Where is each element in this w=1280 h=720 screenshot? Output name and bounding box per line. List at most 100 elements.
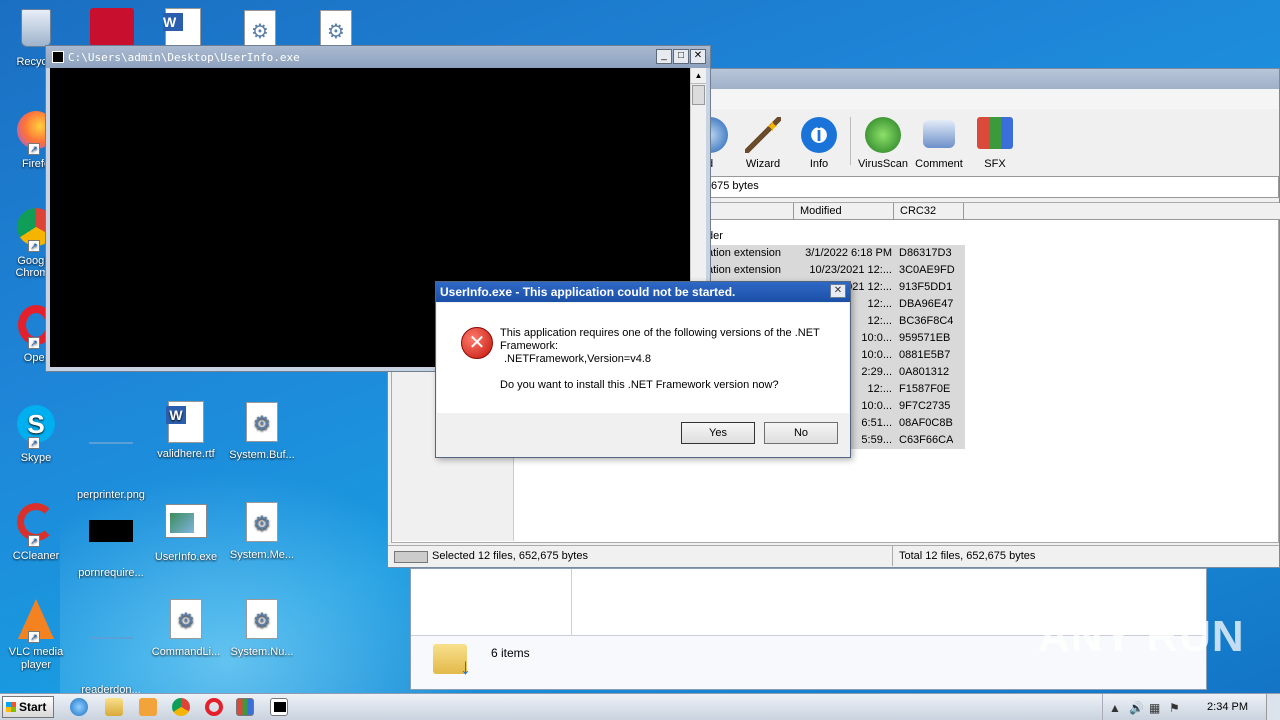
scroll-up-icon[interactable]: ▲ <box>691 68 706 84</box>
tray-expand-icon[interactable]: ▲ <box>1109 701 1121 715</box>
desktop-icon-file[interactable]: perprinter.png <box>73 402 149 501</box>
show-desktop-button[interactable] <box>1266 694 1280 720</box>
desktop-icon-label: System.Me... <box>229 549 295 561</box>
volume-icon[interactable]: 🔊 <box>1129 701 1144 715</box>
desktop-icon-ccleaner[interactable]: ↗ CCleaner <box>0 500 74 562</box>
cell-type: ation extension <box>707 264 781 276</box>
image-file-icon <box>89 442 133 486</box>
opera-icon[interactable] <box>205 698 223 716</box>
gear-file-icon <box>240 599 284 643</box>
info-icon: i <box>801 117 837 153</box>
shortcut-arrow-icon: ↗ <box>28 437 40 449</box>
cell-modified: 10/23/2021 12:... <box>809 264 892 276</box>
cell-crc: BC36F8C4 <box>899 315 954 327</box>
action-center-flag-icon[interactable]: ⚑ <box>1169 701 1180 715</box>
shortcut-arrow-icon: ↗ <box>28 535 40 547</box>
cell-crc: C63F66CA <box>899 434 954 446</box>
cell-crc: D86317D3 <box>899 247 952 259</box>
gear-file-icon <box>240 402 284 446</box>
sfx-icon <box>977 117 1013 149</box>
toolbar-label: VirusScan <box>858 158 908 170</box>
dialog-message: This application requires one of the fol… <box>500 327 840 392</box>
media-player-icon[interactable] <box>139 698 157 716</box>
comment-icon <box>923 120 955 148</box>
console-title: C:\Users\admin\Desktop\UserInfo.exe <box>68 50 300 64</box>
dialog-title: UserInfo.exe - This application could no… <box>440 285 736 299</box>
column-header-crc32[interactable]: CRC32 <box>894 203 964 220</box>
dialog-close-button[interactable]: ✕ <box>830 284 846 298</box>
wizard-wand-icon: ✦ <box>745 117 781 153</box>
console-taskbar-icon[interactable] <box>270 698 288 716</box>
taskbar: Start ▲ 🔊 ▦ ⚑ 2:34 PM <box>0 693 1280 720</box>
desktop-icon-label: System.Buf... <box>229 449 295 461</box>
shortcut-arrow-icon: ↗ <box>28 240 40 252</box>
exe-file-icon <box>164 504 208 548</box>
info-button[interactable]: i Info <box>791 113 847 170</box>
desktop-icon-label: CommandLi... <box>151 646 221 658</box>
shortcut-arrow-icon: ↗ <box>28 631 40 643</box>
toolbar-label: Comment <box>915 158 963 170</box>
virusscan-button[interactable]: VirusScan <box>855 113 911 170</box>
wizard-button[interactable]: ✦ Wizard <box>735 113 791 170</box>
maximize-button[interactable]: □ <box>673 49 689 64</box>
shortcut-arrow-icon: ↗ <box>28 337 40 349</box>
gear-file-icon <box>164 599 208 643</box>
gear-file-icon[interactable] <box>244 10 280 50</box>
winrar-taskbar-icon[interactable] <box>236 698 254 716</box>
desktop-icon-file[interactable]: CommandLi... <box>148 597 224 658</box>
dialog-titlebar[interactable]: UserInfo.exe - This application could no… <box>436 282 850 302</box>
console-titlebar[interactable]: C:\Users\admin\Desktop\UserInfo.exe <box>46 46 710 68</box>
comment-button[interactable]: Comment <box>911 113 967 170</box>
desktop-icon-label: VLC media player <box>8 646 64 671</box>
close-button[interactable]: ✕ <box>690 49 706 64</box>
ie-icon[interactable] <box>70 698 88 716</box>
desktop-icon-label: UserInfo.exe <box>154 551 218 563</box>
pane-divider[interactable] <box>571 569 572 635</box>
gear-file-icon[interactable] <box>320 10 356 50</box>
minimize-button[interactable]: _ <box>656 49 672 64</box>
archive-path-bar[interactable]: 675 bytes <box>688 176 1279 198</box>
virus-scan-icon <box>865 117 901 153</box>
desktop-icon-file[interactable]: readerdon... <box>73 597 149 696</box>
desktop-icon-file[interactable]: System.Buf... <box>224 400 300 461</box>
desktop-icon-file[interactable]: pornrequire... <box>73 500 149 579</box>
toolbar-label: Info <box>809 158 829 170</box>
cell-crc: 9F7C2735 <box>899 400 951 412</box>
net-framework-error-dialog[interactable]: UserInfo.exe - This application could no… <box>435 281 851 458</box>
acrobat-icon[interactable] <box>90 8 134 46</box>
desktop-icon-file[interactable]: UserInfo.exe <box>148 500 224 563</box>
desktop-icon-vlc[interactable]: ↗ VLC media player <box>0 597 74 672</box>
skype-icon: S ↗ <box>14 405 58 449</box>
column-header-modified[interactable]: Modified <box>794 203 894 220</box>
clock[interactable]: 2:34 PM <box>1207 701 1248 713</box>
chrome-icon[interactable] <box>172 698 190 716</box>
network-icon[interactable]: ▦ <box>1149 701 1160 715</box>
required-version: .NETFramework,Version=v4.8 <box>504 353 652 365</box>
console-icon <box>52 51 64 63</box>
desktop-icon-label: System.Nu... <box>230 646 294 658</box>
no-button[interactable]: No <box>764 422 838 444</box>
desktop-icon-label: validhere.rtf <box>157 448 215 460</box>
sfx-button[interactable]: SFX <box>967 113 1023 170</box>
toolbar-separator <box>850 117 851 165</box>
explorer-icon[interactable] <box>105 698 123 716</box>
drive-icon <box>394 551 428 563</box>
anyrun-watermark: ANY RUN <box>1038 612 1245 661</box>
cell-crc: 913F5DD1 <box>899 281 953 293</box>
word-doc-icon[interactable] <box>163 8 207 50</box>
desktop-icon-file[interactable]: System.Nu... <box>224 597 300 658</box>
desktop-icon-label: Skype <box>20 452 52 464</box>
cell-crc: F1587F0E <box>899 383 951 395</box>
scroll-thumb[interactable] <box>692 85 705 105</box>
desktop-icon-skype[interactable]: S ↗ Skype <box>0 402 74 464</box>
vlc-icon: ↗ <box>14 599 58 643</box>
start-button[interactable]: Start <box>2 696 54 718</box>
desktop-icon-file[interactable]: validhere.rtf <box>148 400 224 460</box>
install-question: Do you want to install this .NET Framewo… <box>500 379 779 391</box>
dialog-content: ✕ This application requires one of the f… <box>437 303 849 413</box>
toolbar-label: SFX <box>984 158 1006 170</box>
desktop-icon-file[interactable]: System.Me... <box>224 500 300 561</box>
items-count: 6 items <box>491 646 530 660</box>
yes-button[interactable]: Yes <box>681 422 755 444</box>
gear-file-icon <box>240 502 284 546</box>
